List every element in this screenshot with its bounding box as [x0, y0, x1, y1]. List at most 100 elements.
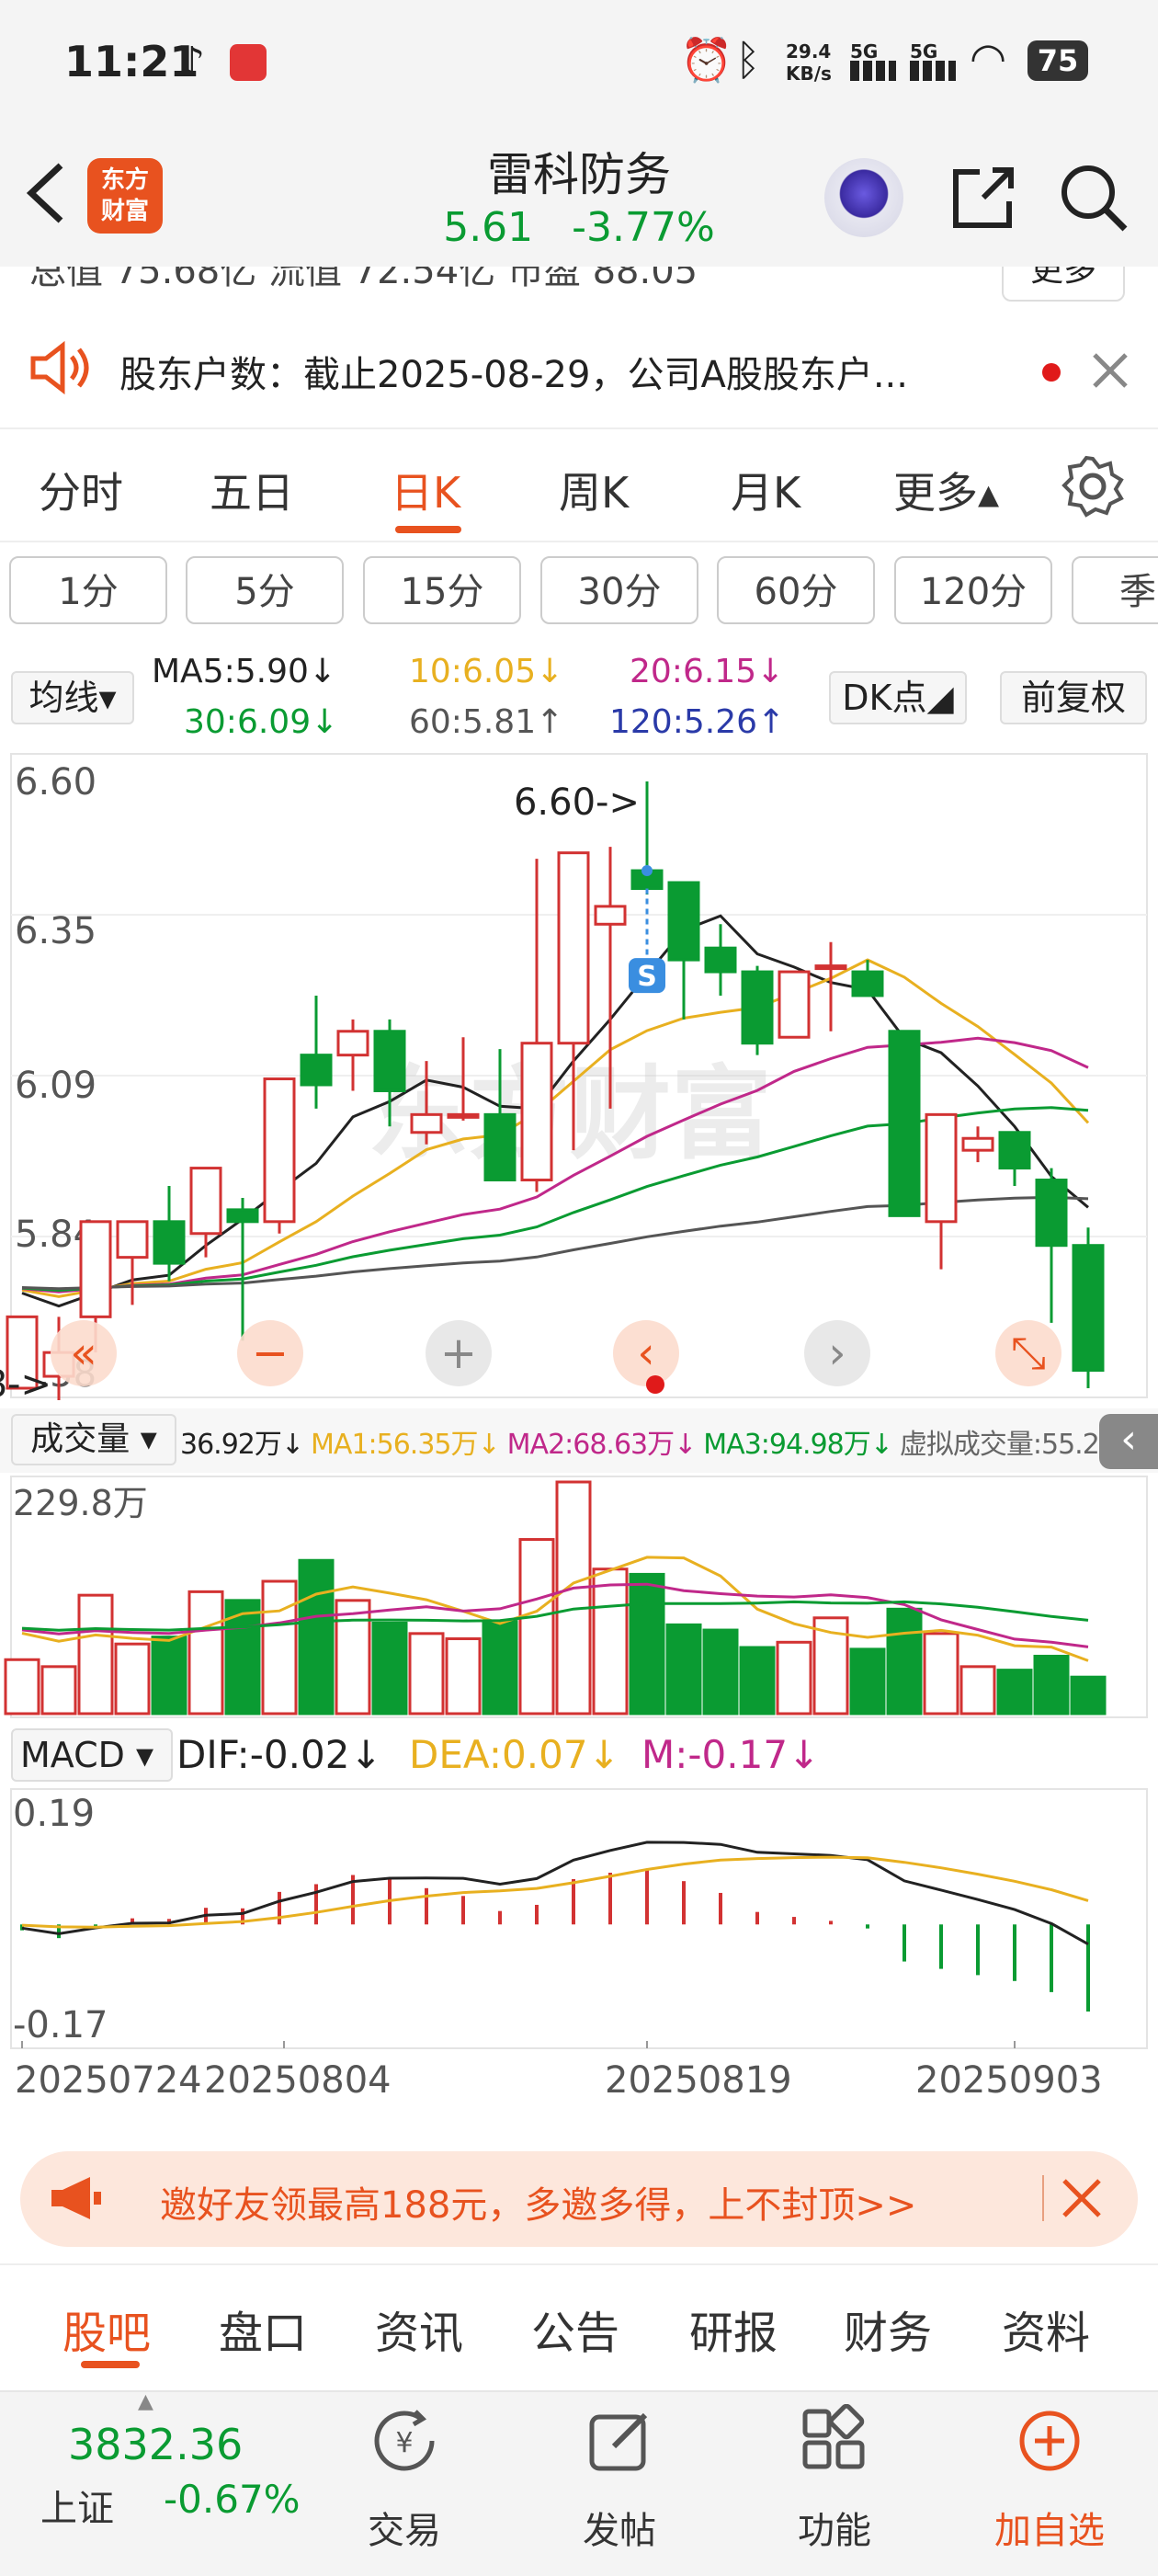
index-change[interactable]: -0.67%: [164, 2477, 301, 2522]
invite-text: 邀好友领最高188元，多邀多得，上不封顶>>: [160, 2184, 917, 2227]
nav-trade[interactable]: 交易: [331, 2501, 478, 2554]
candle-body: [557, 851, 590, 1045]
share-button[interactable]: [947, 161, 1020, 234]
volume-bar: [77, 1593, 114, 1715]
index-up-arrow: ▲: [138, 2390, 153, 2413]
zoom-out-button[interactable]: −: [237, 1320, 303, 1386]
volume-bar: [886, 1607, 923, 1715]
tab-more[interactable]: 更多▴: [893, 460, 999, 520]
date-label-3: 20250819: [605, 2059, 792, 2102]
nav-functions[interactable]: 功能: [761, 2501, 908, 2554]
more-metrics-button[interactable]: 更多: [1002, 267, 1125, 302]
app-notification-icon: [230, 44, 267, 81]
close-invite-button[interactable]: [1061, 2177, 1103, 2223]
chart-scroll-left-button[interactable]: «: [51, 1320, 117, 1386]
price-line: 5.61 -3.77%: [395, 204, 763, 251]
ma-selector[interactable]: 均线▾: [11, 671, 134, 724]
macd-chart[interactable]: 0.19 -0.17: [0, 1787, 1158, 2054]
candle-body: [1035, 1179, 1068, 1248]
tiktok-icon: ♪: [179, 39, 206, 85]
nav-add-watchlist[interactable]: 加自选: [976, 2501, 1123, 2554]
volume-legend-item: MA3:94.98万↓: [703, 1429, 893, 1461]
tab-daily-k[interactable]: 日K: [391, 460, 460, 520]
candle-body: [667, 881, 700, 962]
tab-finance[interactable]: 财务: [844, 2297, 932, 2361]
volume-bar: [4, 1658, 40, 1715]
volume-bar: [482, 1620, 518, 1715]
add-watchlist-icon[interactable]: [976, 2404, 1123, 2492]
expand-chart-button[interactable]: ⤡: [995, 1320, 1062, 1386]
volume-legend-item: MA2:68.63万↓: [506, 1429, 698, 1461]
volume-bar: [959, 1665, 996, 1715]
tab-research[interactable]: 研报: [689, 2297, 778, 2361]
fq-selector[interactable]: 前复权: [1000, 671, 1147, 724]
functions-icon[interactable]: [761, 2403, 908, 2492]
date-label-4: 20250903: [915, 2059, 1103, 2102]
candle-body: [961, 1136, 994, 1152]
period-15min[interactable]: 15分: [363, 556, 521, 624]
macd-selector[interactable]: MACD ▾: [11, 1728, 173, 1782]
candle-body: [888, 1030, 921, 1217]
trade-icon[interactable]: ¥: [331, 2404, 478, 2492]
period-quarter[interactable]: 季: [1072, 556, 1158, 624]
bluetooth-icon: ᛒ: [735, 35, 761, 85]
battery-indicator: 75: [1027, 40, 1088, 81]
chevron-left-icon: [26, 163, 63, 223]
dk-point-selector[interactable]: DK点◢: [829, 671, 967, 724]
volume-bar: [739, 1646, 776, 1715]
volume-selector[interactable]: 成交量 ▾: [11, 1414, 176, 1465]
ma5-value: MA5:5.90↓: [152, 653, 337, 690]
volume-bar: [996, 1669, 1033, 1715]
volume-chart[interactable]: 229.8万: [0, 1473, 1158, 1721]
nav-post[interactable]: 发帖: [546, 2501, 693, 2554]
period-5min[interactable]: 5分: [186, 556, 344, 624]
candle-body: [778, 970, 811, 1039]
period-30min[interactable]: 30分: [540, 556, 698, 624]
candlestick-chart[interactable]: 东方财富6.606.356.095.845.586.60->5.58->S: [0, 745, 1158, 1407]
prev-candle-button[interactable]: ‹: [613, 1320, 679, 1386]
tab-wuri[interactable]: 五日: [210, 460, 294, 520]
robot-assistant-icon[interactable]: [824, 158, 903, 237]
tab-guba[interactable]: 股吧: [62, 2297, 151, 2361]
period-60min[interactable]: 60分: [717, 556, 875, 624]
min-price-label: 5.58->: [0, 1363, 51, 1406]
active-bottom-tab-indicator: [81, 2361, 140, 2368]
close-icon: [1093, 353, 1128, 388]
search-button[interactable]: [1057, 161, 1130, 234]
index-name[interactable]: 上证: [40, 2479, 114, 2532]
period-1min[interactable]: 1分: [9, 556, 167, 624]
post-icon[interactable]: [546, 2404, 693, 2492]
speaker-icon: [28, 340, 92, 399]
tab-news[interactable]: 资讯: [375, 2297, 463, 2361]
volume-bar: [187, 1590, 224, 1715]
back-button[interactable]: [18, 156, 74, 230]
close-icon: [1062, 2179, 1101, 2217]
max-price-label: 6.60->: [514, 781, 640, 824]
volume-bar: [665, 1623, 702, 1715]
partial-metrics-row: 总值 75.68亿 流值 72.54亿 市盈 88.05 更多: [0, 267, 1158, 313]
tab-pankou[interactable]: 盘口: [219, 2297, 307, 2361]
megaphone-icon: [48, 2175, 103, 2225]
tab-monthly-k[interactable]: 月K: [731, 460, 800, 520]
ma120-value: 120:5.26↑: [609, 703, 786, 741]
index-value[interactable]: 3832.36: [68, 2420, 243, 2469]
tab-weekly-k[interactable]: 周K: [559, 460, 629, 520]
candle-body: [336, 1030, 369, 1057]
signal-bars-2-icon: [910, 61, 956, 81]
zoom-in-button[interactable]: +: [426, 1320, 492, 1386]
candle-body: [373, 1030, 406, 1092]
tab-fenshi[interactable]: 分时: [39, 460, 123, 520]
signal-bars-icon: [850, 61, 896, 81]
close-notice-button[interactable]: [1089, 349, 1131, 395]
price-tick-label: 6.60: [15, 761, 96, 804]
next-candle-button[interactable]: ›: [804, 1320, 870, 1386]
tab-profile[interactable]: 资料: [1002, 2297, 1090, 2361]
volume-bar: [408, 1632, 445, 1715]
volume-bar: [555, 1480, 592, 1715]
period-120min[interactable]: 120分: [894, 556, 1052, 624]
candle-body: [594, 905, 627, 926]
settings-button[interactable]: [1061, 454, 1125, 522]
collapse-side-button[interactable]: ‹: [1099, 1414, 1158, 1469]
tab-announcements[interactable]: 公告: [531, 2297, 619, 2361]
ma10-value: 10:6.05↓: [409, 653, 564, 690]
